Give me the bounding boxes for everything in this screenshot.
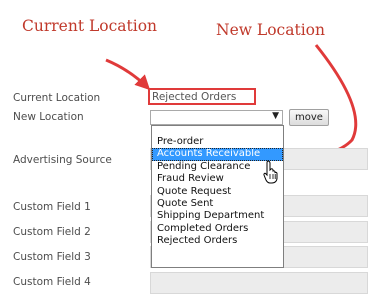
dropdown-option-quote-sent[interactable]: Quote Sent [152, 198, 283, 210]
move-button[interactable]: move [289, 109, 329, 126]
custom-field-3-label: Custom Field 3 [13, 251, 91, 263]
current-location-label: Current Location [13, 92, 101, 104]
dropdown-option-rejected-orders[interactable]: Rejected Orders [152, 235, 283, 247]
dropdown-option-accounts-receivable[interactable]: Accounts Receivable [152, 148, 283, 161]
custom-field-4-input[interactable] [150, 272, 368, 294]
advertising-source-label: Advertising Source [13, 154, 112, 166]
custom-field-1-label: Custom Field 1 [13, 201, 91, 213]
current-location-value: Rejected Orders [148, 88, 256, 105]
dropdown-option-quote-request[interactable]: Quote Request [152, 186, 283, 198]
dropdown-option-pre-order[interactable]: Pre-order [152, 136, 283, 148]
new-location-dropdown-list: Pre-order Accounts Receivable Pending Cl… [151, 125, 284, 268]
dropdown-option-shipping-department[interactable]: Shipping Department [152, 210, 283, 222]
chevron-down-icon: ▼ [272, 111, 279, 121]
arrow-to-current-location [105, 58, 151, 91]
dropdown-option-completed-orders[interactable]: Completed Orders [152, 223, 283, 235]
arrow-to-new-location [287, 44, 358, 165]
new-location-label: New Location [13, 111, 84, 123]
custom-field-4-label: Custom Field 4 [13, 276, 91, 288]
new-location-select[interactable]: ▼ [150, 110, 283, 125]
hand-pointer-icon [263, 160, 278, 184]
custom-field-2-label: Custom Field 2 [13, 226, 91, 238]
